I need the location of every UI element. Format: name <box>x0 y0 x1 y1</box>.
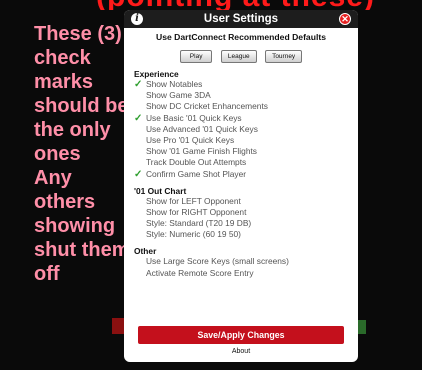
setting-label: Activate Remote Score Entry <box>146 267 254 278</box>
close-icon[interactable]: ✕ <box>339 13 351 25</box>
setting-large-score-keys[interactable]: Use Large Score Keys (small screens) <box>124 256 358 267</box>
setting-label: Style: Standard (T20 19 DB) <box>146 218 252 229</box>
setting-label: Show for RIGHT Opponent <box>146 206 247 217</box>
setting-style-standard[interactable]: Style: Standard (T20 19 DB) <box>124 218 358 229</box>
setting-pro-quick-keys[interactable]: Use Pro '01 Quick Keys <box>124 135 358 146</box>
defaults-heading: Use DartConnect Recommended Defaults <box>155 32 326 42</box>
setting-label: Show DC Cricket Enhancements <box>146 101 268 112</box>
setting-advanced-quick-keys[interactable]: Use Advanced '01 Quick Keys <box>124 124 358 135</box>
setting-basic-quick-keys[interactable]: ✓ Use Basic '01 Quick Keys <box>124 113 358 124</box>
check-icon: ✓ <box>134 168 143 180</box>
section-title-experience: Experience <box>134 69 179 79</box>
check-icon: ✓ <box>134 79 143 90</box>
setting-style-numeric[interactable]: Style: Numeric (60 19 50) <box>124 229 358 240</box>
setting-show-right-opponent[interactable]: Show for RIGHT Opponent <box>124 207 358 218</box>
setting-label: Show for LEFT Opponent <box>146 195 241 206</box>
setting-label: Track Double Out Attempts <box>146 157 247 168</box>
setting-remote-score-entry[interactable]: Activate Remote Score Entry <box>124 268 358 279</box>
banner-label: (pointing at these) <box>96 0 375 10</box>
defaults-button-group: Play League Tourney <box>124 45 358 63</box>
background-red-edge <box>112 318 124 334</box>
info-icon[interactable]: i <box>131 13 143 25</box>
setting-show-left-opponent[interactable]: Show for LEFT Opponent <box>124 196 358 207</box>
section-title-out-chart: '01 Out Chart <box>134 185 187 196</box>
setting-label: Use Pro '01 Quick Keys <box>146 134 235 145</box>
league-defaults-button[interactable]: League <box>220 50 257 63</box>
section-title-other: Other <box>134 246 157 257</box>
save-apply-button[interactable]: Save/Apply Changes <box>138 326 344 344</box>
setting-label: Use Basic '01 Quick Keys <box>146 112 242 123</box>
setting-show-game-3da[interactable]: Show Game 3DA <box>124 90 358 101</box>
setting-show-notables[interactable]: ✓ Show Notables <box>124 79 358 90</box>
settings-list: Experience ✓ Show Notables Show Game 3DA … <box>124 69 358 279</box>
setting-label: Use Advanced '01 Quick Keys <box>146 123 258 134</box>
setting-finish-flights[interactable]: Show '01 Game Finish Flights <box>124 146 358 157</box>
play-defaults-button[interactable]: Play <box>179 50 213 63</box>
about-link[interactable]: About <box>124 348 358 355</box>
user-settings-dialog: i User Settings ✕ Use DartConnect Recomm… <box>124 10 358 362</box>
check-icon: ✓ <box>134 112 143 124</box>
setting-label: Show Notables <box>146 79 203 89</box>
top-banner-text: (pointing at these) <box>0 0 422 10</box>
setting-label: Show '01 Game Finish Flights <box>146 146 257 157</box>
setting-label: Confirm Game Shot Player <box>146 168 247 179</box>
setting-show-dc-cricket[interactable]: Show DC Cricket Enhancements <box>124 101 358 112</box>
dialog-titlebar: i User Settings ✕ <box>124 10 358 28</box>
setting-double-out-attempts[interactable]: Track Double Out Attempts <box>124 157 358 168</box>
tourney-defaults-button[interactable]: Tourney <box>265 50 303 63</box>
setting-label: Show Game 3DA <box>146 90 211 101</box>
setting-label: Style: Numeric (60 19 50) <box>146 229 241 240</box>
dialog-title: User Settings <box>203 13 279 25</box>
setting-label: Use Large Score Keys (small screens) <box>146 256 289 267</box>
setting-confirm-game-shot[interactable]: ✓ Confirm Game Shot Player <box>124 169 358 180</box>
